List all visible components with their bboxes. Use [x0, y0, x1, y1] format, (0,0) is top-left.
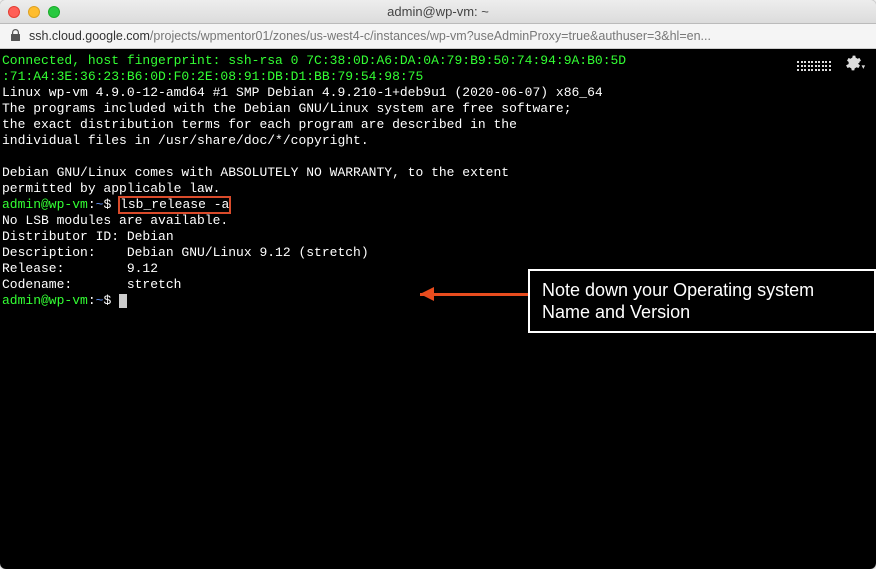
lock-icon [10, 29, 21, 44]
motd-line-4: Debian GNU/Linux comes with ABSOLUTELY N… [2, 165, 874, 181]
output-line-2: Distributor ID: Debian [2, 229, 874, 245]
motd-line-1: The programs included with the Debian GN… [2, 101, 874, 117]
address-bar[interactable]: ssh.cloud.google.com/projects/wpmentor01… [0, 24, 876, 49]
prompt-symbol: $ [103, 293, 111, 308]
prompt-user: admin@wp-vm [2, 293, 88, 308]
output-line-1: No LSB modules are available. [2, 213, 874, 229]
kernel-line: Linux wp-vm 4.9.0-12-amd64 #1 SMP Debian… [2, 85, 874, 101]
terminal-toolbar: ▾ [797, 55, 866, 76]
window-title: admin@wp-vm: ~ [387, 4, 489, 19]
terminal-window: admin@wp-vm: ~ ssh.cloud.google.com/proj… [0, 0, 876, 569]
url-host: ssh.cloud.google.com [29, 29, 150, 43]
keyboard-icon[interactable] [797, 61, 831, 71]
command-highlight: lsb_release -a [119, 197, 230, 213]
motd-line-2: the exact distribution terms for each pr… [2, 117, 874, 133]
prompt-symbol: $ [103, 197, 111, 212]
url-text[interactable]: ssh.cloud.google.com/projects/wpmentor01… [29, 29, 711, 43]
url-path: /projects/wpmentor01/zones/us-west4-c/in… [150, 29, 711, 43]
prompt-line-1: admin@wp-vm:~$ lsb_release -a [2, 197, 874, 213]
gear-icon[interactable]: ▾ [845, 55, 866, 76]
titlebar: admin@wp-vm: ~ [0, 0, 876, 24]
close-button[interactable] [8, 6, 20, 18]
annotation-callout: Note down your Operating system Name and… [528, 269, 876, 333]
terminal-body[interactable]: ▾ Connected, host fingerprint: ssh-rsa 0… [0, 49, 876, 569]
fingerprint-line-1: Connected, host fingerprint: ssh-rsa 0 7… [2, 53, 874, 69]
blank-line-2 [2, 149, 874, 165]
annotation-arrow-head [420, 287, 434, 301]
maximize-button[interactable] [48, 6, 60, 18]
output-line-3: Description: Debian GNU/Linux 9.12 (stre… [2, 245, 874, 261]
motd-line-5: permitted by applicable law. [2, 181, 874, 197]
motd-line-3: individual files in /usr/share/doc/*/cop… [2, 133, 874, 149]
annotation-arrow-shaft [420, 293, 528, 296]
fingerprint-line-2: :71:A4:3E:36:23:B6:0D:F0:2E:08:91:DB:D1:… [2, 69, 874, 85]
minimize-button[interactable] [28, 6, 40, 18]
cursor [119, 294, 127, 308]
prompt-user: admin@wp-vm [2, 197, 88, 212]
window-controls [8, 6, 60, 18]
